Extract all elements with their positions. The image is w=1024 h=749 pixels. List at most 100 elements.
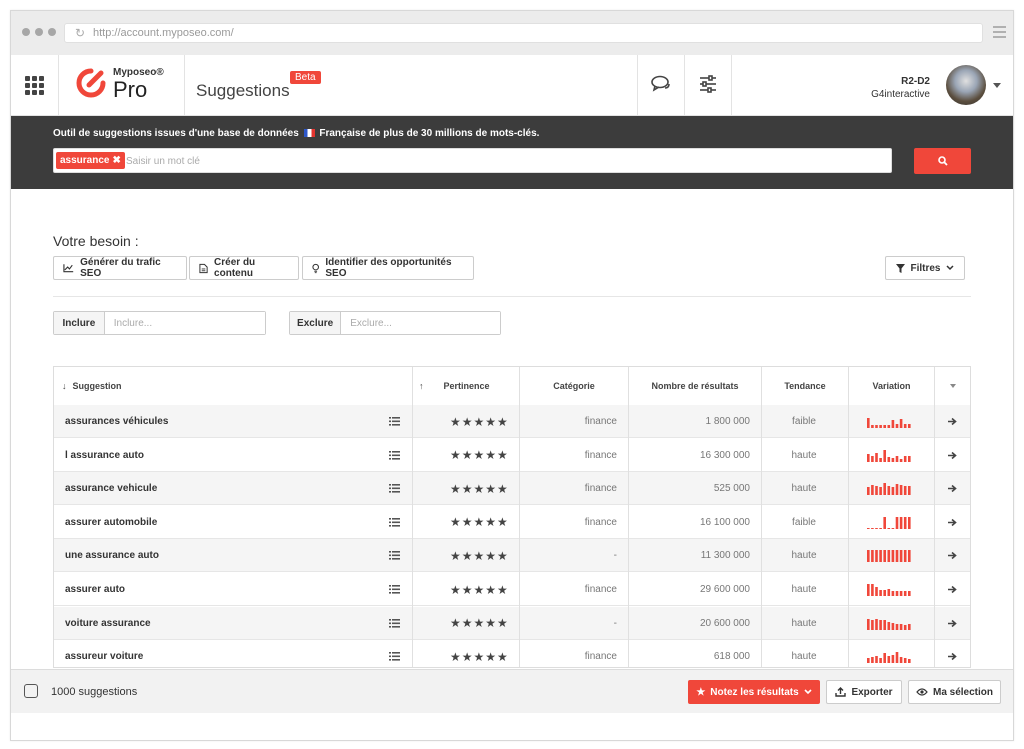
suggestion-keyword[interactable]: une assurance auto: [65, 539, 159, 572]
variation-bar: [883, 550, 886, 563]
user-info[interactable]: R2-D2 G4interactive: [871, 75, 930, 101]
variation-bar: [875, 550, 878, 563]
column-category[interactable]: Catégorie: [520, 367, 628, 405]
variation-bar: [903, 550, 907, 563]
arrow-right-icon[interactable]: [934, 640, 970, 667]
variation-bar: [879, 590, 882, 596]
keyword-tag[interactable]: assurance ✖: [56, 152, 125, 169]
variation-bar: [883, 590, 886, 596]
suggestion-keyword[interactable]: assurance vehicule: [65, 472, 157, 505]
table-row[interactable]: assurer auto ★★★★★ finance 29 600 000 haute: [54, 573, 970, 606]
arrow-right-icon[interactable]: [934, 506, 970, 539]
table-row[interactable]: l assurance auto ★★★★★ finance 16 300 000 ha…: [54, 439, 970, 472]
window-dot[interactable]: [48, 28, 56, 36]
arrow-right-icon[interactable]: [934, 573, 970, 606]
variation-bar: [871, 584, 874, 596]
table-row[interactable]: assureur voiture ★★★★★ finance 618 000 haute: [54, 640, 970, 667]
arrow-right-icon[interactable]: [934, 607, 970, 640]
filter-icon: [896, 263, 906, 273]
list-icon[interactable]: [389, 607, 401, 640]
remove-tag-icon[interactable]: ✖: [112, 155, 120, 166]
include-input[interactable]: [104, 312, 265, 334]
column-suggestion[interactable]: ↓ Suggestion: [62, 367, 122, 405]
variation-bar: [903, 624, 907, 630]
address-bar[interactable]: ↻ http://account.myposeo.com/: [64, 23, 983, 43]
suggestion-keyword[interactable]: l assurance auto: [65, 439, 144, 472]
table-row[interactable]: assurer automobile ★★★★★ finance 16 100 000…: [54, 506, 970, 539]
arrow-right-icon[interactable]: [934, 439, 970, 472]
variation-bar: [879, 550, 882, 563]
settings-sliders-icon[interactable]: [695, 71, 721, 97]
suggestions-table: ↓ Suggestion ↑ Pertinence Catégorie Nombre…: [53, 366, 971, 668]
sort-up-icon[interactable]: ↑: [419, 381, 424, 391]
my-selection-label: Ma sélection: [932, 686, 994, 698]
suggestion-keyword[interactable]: assurer auto: [65, 573, 125, 606]
exclude-input[interactable]: [341, 312, 500, 334]
list-icon[interactable]: [389, 439, 401, 472]
suggestion-keyword[interactable]: assurances véhicules: [65, 405, 168, 438]
window-dot[interactable]: [35, 28, 43, 36]
keyword-input[interactable]: [124, 149, 888, 174]
user-menu-chevron-icon[interactable]: [993, 83, 1001, 88]
filters-button[interactable]: Filtres: [885, 256, 965, 280]
list-icon[interactable]: [389, 472, 401, 505]
search-button[interactable]: [914, 148, 971, 174]
variation-bar: [875, 618, 878, 630]
variation-bar: [867, 453, 870, 462]
url-text[interactable]: http://account.myposeo.com/: [93, 24, 234, 42]
create-content-button[interactable]: Créer du contenu: [189, 256, 299, 280]
variation-bar: [875, 425, 878, 428]
table-row[interactable]: assurances véhicules ★★★★★ finance 1 800 00…: [54, 405, 970, 438]
arrow-right-icon[interactable]: [934, 539, 970, 572]
suggestion-keyword[interactable]: assureur voiture: [65, 640, 143, 667]
column-options-chevron-icon[interactable]: [935, 367, 970, 405]
table-row[interactable]: voiture assurance ★★★★★ - 20 600 000 haute: [54, 606, 970, 640]
table-row[interactable]: assurance vehicule ★★★★★ finance 525 000 hau…: [54, 472, 970, 506]
window-dot[interactable]: [22, 28, 30, 36]
list-icon[interactable]: [389, 573, 401, 606]
variation-bar: [875, 527, 878, 529]
variation-bar: [895, 455, 899, 462]
variation-bar: [908, 516, 911, 529]
rate-results-button[interactable]: ★ Notez les résultats: [688, 680, 820, 704]
column-pertinence-label: Pertinence: [443, 381, 490, 391]
variation-bar: [879, 487, 882, 496]
browser-menu-icon[interactable]: [993, 26, 1006, 41]
suggestion-keyword[interactable]: voiture assurance: [65, 607, 151, 640]
variation-bar: [871, 485, 874, 496]
column-pertinence[interactable]: ↑ Pertinence: [419, 367, 490, 405]
apps-grid-icon[interactable]: [25, 76, 44, 95]
column-results[interactable]: Nombre de résultats: [629, 367, 761, 405]
export-button[interactable]: Exporter: [826, 680, 902, 704]
list-icon[interactable]: [389, 539, 401, 572]
arrow-right-icon[interactable]: [934, 405, 970, 438]
divider: [53, 296, 971, 297]
table-row[interactable]: une assurance auto ★★★★★ - 11 300 000 haute: [54, 539, 970, 573]
table-header: ↓ Suggestion ↑ Pertinence Catégorie Nombre…: [54, 367, 970, 406]
variation-bar: [867, 618, 870, 630]
chat-icon[interactable]: [648, 71, 674, 97]
column-variation[interactable]: Variation: [849, 367, 934, 405]
arrow-right-icon[interactable]: [934, 472, 970, 505]
list-icon[interactable]: [389, 640, 401, 667]
list-icon[interactable]: [389, 405, 401, 438]
suggestion-keyword[interactable]: assurer automobile: [65, 506, 157, 539]
variation-bar: [895, 623, 899, 630]
column-trend[interactable]: Tendance: [762, 367, 848, 405]
variation-bar: [908, 623, 911, 630]
window-controls[interactable]: [22, 28, 56, 36]
reload-icon[interactable]: ↻: [75, 24, 85, 42]
variation-bar: [883, 619, 886, 630]
list-icon[interactable]: [389, 506, 401, 539]
include-label: Inclure: [54, 312, 105, 334]
variation-bar: [887, 656, 891, 664]
my-selection-button[interactable]: Ma sélection: [908, 680, 1001, 704]
generate-traffic-button[interactable]: Générer du trafic SEO: [53, 256, 187, 280]
sort-down-icon[interactable]: ↓: [62, 381, 67, 391]
variation-bar: [879, 425, 882, 428]
variation-bar: [903, 591, 907, 596]
avatar[interactable]: [946, 65, 986, 105]
identify-opportunities-button[interactable]: Identifier des opportunités SEO: [302, 256, 474, 280]
keyword-search-box[interactable]: assurance ✖: [53, 148, 892, 174]
result-count: 16 300 000: [699, 449, 750, 461]
